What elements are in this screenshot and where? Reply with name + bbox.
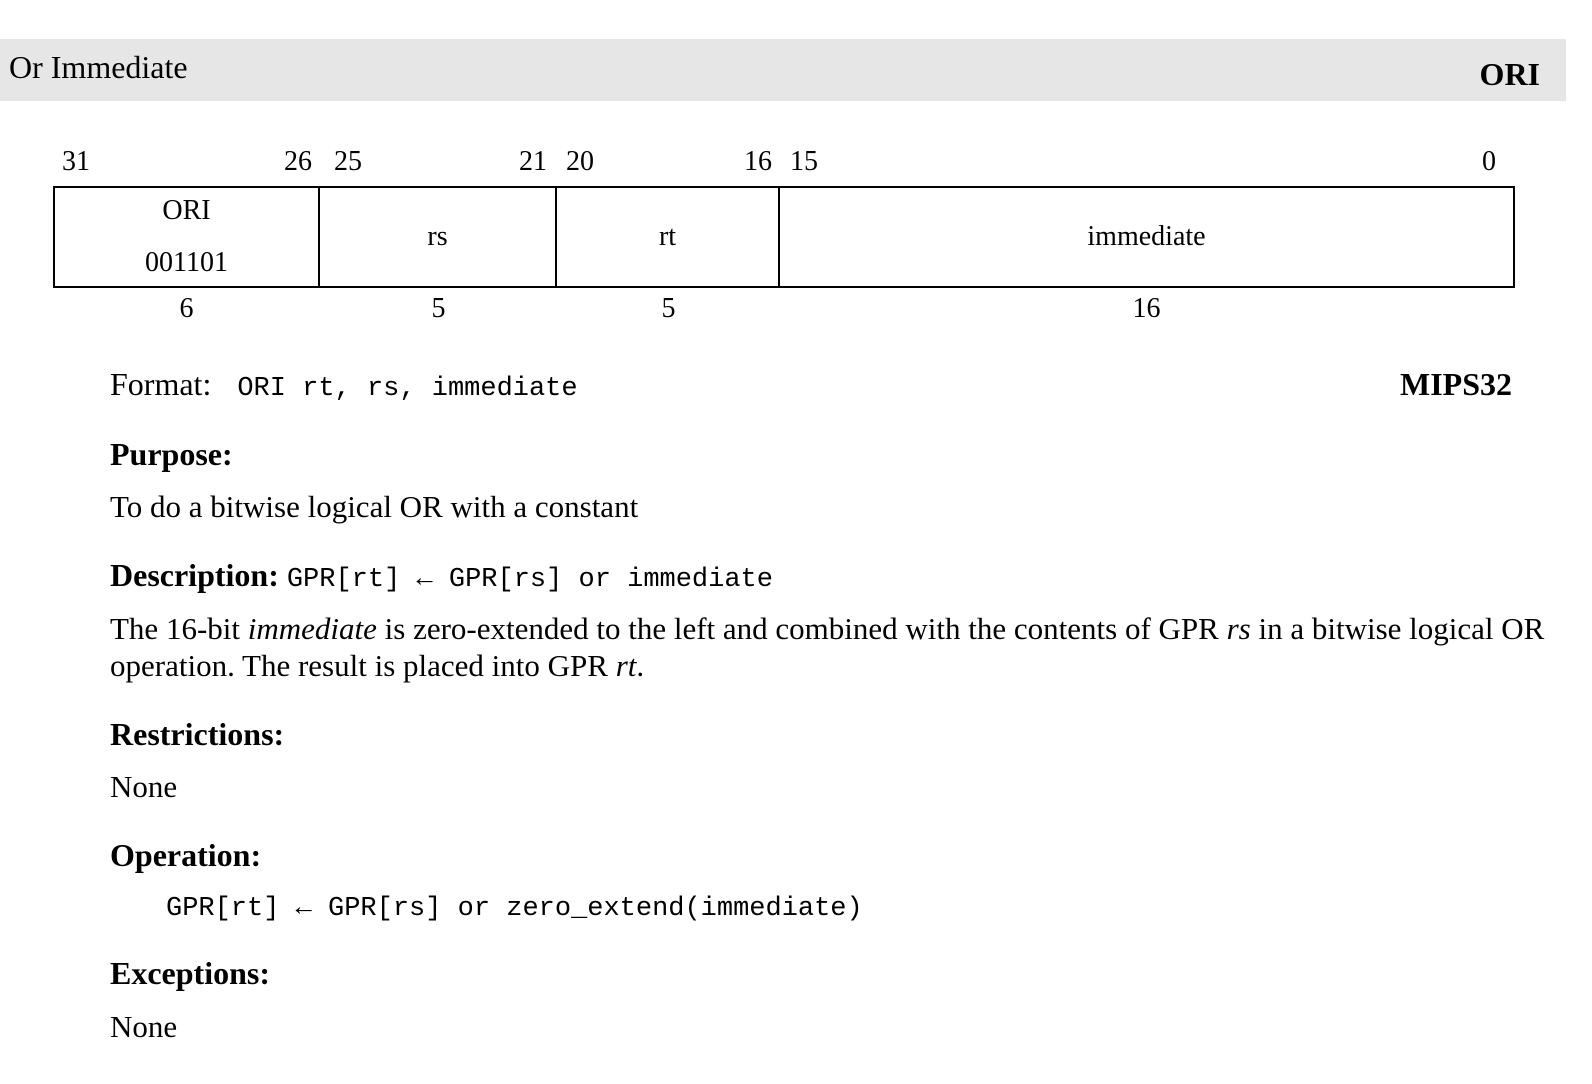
bit-label-26: 26 (284, 146, 312, 177)
field-opcode-name: ORI (162, 195, 211, 226)
field-width-opcode: 6 (179, 293, 194, 324)
exceptions-text: None (110, 1009, 178, 1044)
field-immediate: immediate (778, 186, 1515, 288)
format-row: Format: ORI rt, rs, immediate MIPS32 (110, 366, 1512, 406)
field-rt: rt (555, 186, 780, 288)
purpose-heading: Purpose: (110, 436, 233, 472)
restrictions-text: None (110, 769, 178, 804)
format-syntax: ORI rt, rs, immediate (237, 374, 578, 404)
instruction-encoding-table: ORI 001101 rs rt immediate (53, 186, 1515, 288)
exceptions-heading: Exceptions: (110, 955, 270, 991)
description-text: The 16-bit immediate is zero-extended to… (110, 611, 1545, 683)
bit-label-25: 25 (334, 146, 362, 177)
page-title: Or Immediate (9, 49, 188, 85)
instruction-mnemonic: ORI (1479, 56, 1540, 92)
description-heading: Description: (110, 557, 279, 593)
field-width-rs: 5 (431, 293, 446, 324)
bit-label-20: 20 (566, 146, 594, 177)
bit-label-0: 0 (1482, 146, 1496, 177)
description-heading-row: Description: GPR[rt] ← GPR[rs] or immedi… (110, 557, 773, 598)
description-formula: GPR[rt] ← GPR[rs] or immediate (286, 565, 773, 595)
format-label: Format: (110, 366, 212, 402)
restrictions-heading: Restrictions: (110, 716, 285, 752)
bit-label-21: 21 (519, 146, 547, 177)
bit-label-15: 15 (790, 146, 818, 177)
architecture-label: MIPS32 (1400, 366, 1512, 402)
term-rt: rt (615, 648, 637, 683)
term-rs: rs (1226, 611, 1251, 646)
purpose-text: To do a bitwise logical OR with a consta… (110, 489, 639, 524)
field-opcode: ORI 001101 (53, 186, 320, 288)
field-width-immediate: 16 (1132, 293, 1161, 324)
operation-code: GPR[rt] ← GPR[rs] or zero_extend(immedia… (166, 894, 863, 924)
field-rs: rs (318, 186, 557, 288)
operation-heading: Operation: (110, 837, 262, 873)
header-bar (0, 39, 1566, 101)
field-width-rt: 5 (661, 293, 676, 324)
field-opcode-value: 001101 (145, 247, 228, 278)
bit-label-31: 31 (62, 146, 90, 177)
bit-label-16: 16 (744, 146, 772, 177)
term-immediate: immediate (247, 611, 377, 646)
